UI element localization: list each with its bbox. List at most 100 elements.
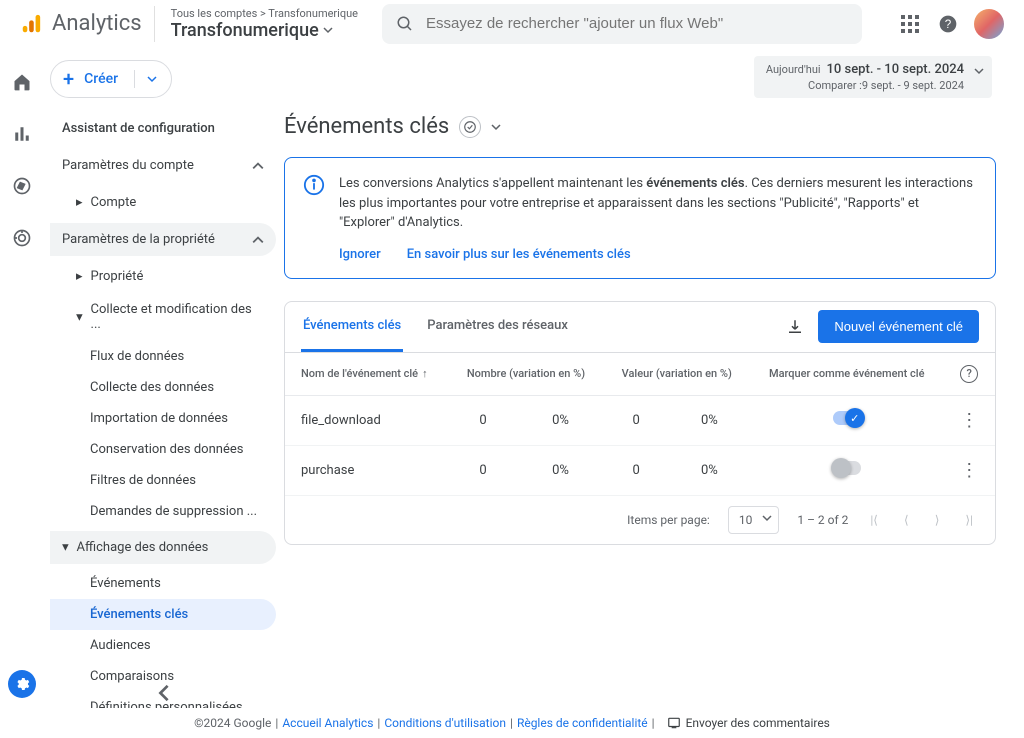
tab-key-events[interactable]: Événements clés — [301, 302, 403, 352]
cell-value-pct: 0% — [669, 445, 750, 495]
new-key-event-button[interactable]: Nouvel événement clé — [818, 310, 979, 343]
logo-block: Analytics — [8, 6, 155, 42]
page-title-row: Événements clés — [284, 114, 996, 139]
last-page-button[interactable]: ⟩| — [961, 509, 977, 531]
sidebar-item-audiences[interactable]: Audiences — [50, 630, 276, 661]
col-mark: Marquer comme événement clé — [750, 353, 943, 396]
events-table: Nom de l'événement clé↑ Nombre (variatio… — [285, 353, 995, 496]
row-menu-button[interactable]: ⋮ — [960, 460, 978, 481]
product-name: Analytics — [52, 11, 142, 36]
chevron-up-icon — [252, 234, 264, 246]
home-icon[interactable] — [10, 70, 34, 94]
first-page-button[interactable]: |⟨ — [866, 509, 882, 531]
page-range: 1 – 2 of 2 — [797, 513, 848, 527]
main-content: Aujourd'hui 10 sept. - 10 sept. 2024 Com… — [284, 48, 1024, 708]
row-menu-button[interactable]: ⋮ — [960, 410, 978, 431]
svg-text:?: ? — [945, 18, 952, 31]
caret-down-icon[interactable] — [491, 122, 501, 132]
cell-count-pct: 0% — [518, 445, 604, 495]
create-button[interactable]: + Créer — [50, 60, 172, 98]
account-name: Transfonumerique — [171, 20, 319, 41]
cell-value: 0 — [603, 445, 668, 495]
footer-terms-link[interactable]: Conditions d'utilisation — [384, 716, 506, 730]
search-bar[interactable] — [382, 4, 862, 44]
send-feedback-button[interactable]: Envoyer des commentaires — [667, 716, 830, 730]
info-banner: Les conversions Analytics s'appellent ma… — [284, 157, 996, 279]
create-label: Créer — [84, 71, 118, 87]
header-actions: ? — [898, 9, 1016, 39]
table-row: purchase 0 0% 0 0% ⋮ — [285, 445, 995, 495]
sidebar-item-account[interactable]: ▸ Compte — [50, 186, 276, 219]
page-title: Événements clés — [284, 114, 449, 139]
sidebar-label: Paramètres de la propriété — [62, 232, 215, 247]
table-row: file_download 0 0% 0 0% ✓ ⋮ — [285, 395, 995, 445]
banner-text: Les conversions Analytics s'appellent ma… — [339, 174, 977, 233]
mark-toggle[interactable]: ✓ — [833, 411, 861, 425]
feedback-icon — [667, 716, 681, 730]
date-range-picker[interactable]: Aujourd'hui 10 sept. - 10 sept. 2024 Com… — [754, 56, 992, 98]
sidebar-group-property-settings[interactable]: Paramètres de la propriété — [50, 223, 276, 256]
banner-dismiss-link[interactable]: Ignorer — [339, 247, 381, 262]
caret-right-icon: ▸ — [76, 195, 83, 210]
explore-icon[interactable] — [10, 174, 34, 198]
nav-rail — [0, 48, 44, 708]
col-help[interactable]: ? — [943, 353, 995, 396]
footer-privacy-link[interactable]: Règles de confidentialité — [517, 716, 648, 730]
reports-icon[interactable] — [10, 122, 34, 146]
download-icon[interactable] — [786, 318, 804, 336]
caret-down-icon — [323, 25, 333, 35]
sidebar-item-data-filters[interactable]: Filtres de données — [50, 465, 276, 496]
banner-learn-more-link[interactable]: En savoir plus sur les événements clés — [407, 247, 631, 262]
caret-down-icon: ▸ — [58, 544, 73, 551]
apps-grid-icon[interactable] — [898, 12, 922, 36]
user-avatar[interactable] — [974, 9, 1004, 39]
prev-page-button[interactable]: ⟨ — [900, 509, 913, 531]
cell-count: 0 — [449, 395, 518, 445]
cell-count-pct: 0% — [518, 395, 604, 445]
chevron-up-icon — [252, 160, 264, 172]
sidebar-group-account-settings[interactable]: Paramètres du compte — [50, 149, 276, 182]
caret-down-icon — [762, 513, 772, 523]
sidebar-item-data-collection[interactable]: Collecte des données — [50, 372, 276, 403]
plus-icon: + — [63, 69, 74, 89]
advertising-icon[interactable] — [10, 226, 34, 250]
account-picker[interactable]: Tous les comptes > Transfonumerique Tran… — [155, 7, 374, 41]
sidebar-item-events[interactable]: Événements — [50, 568, 276, 599]
cell-value-pct: 0% — [669, 395, 750, 445]
sidebar-item-data-retention[interactable]: Conservation des données — [50, 434, 276, 465]
col-count[interactable]: Nombre (variation en %) — [449, 353, 604, 396]
col-value[interactable]: Valeur (variation en %) — [603, 353, 750, 396]
admin-gear-button[interactable] — [8, 670, 36, 698]
sidebar-group-display[interactable]: ▸ Affichage des données — [50, 531, 276, 564]
paginator: Items per page: 10 1 – 2 of 2 |⟨ ⟨ ⟩ ⟩| — [285, 496, 995, 544]
col-event-name[interactable]: Nom de l'événement clé↑ — [285, 353, 449, 396]
events-card: Événements clés Paramètres des réseaux N… — [284, 301, 996, 545]
counting-method-badge[interactable] — [459, 116, 481, 138]
tab-network-settings[interactable]: Paramètres des réseaux — [425, 302, 570, 352]
sidebar-item-data-import[interactable]: Importation de données — [50, 403, 276, 434]
items-per-page-select[interactable]: 10 — [728, 506, 780, 534]
sidebar-item-collect[interactable]: ▸ Collecte et modification des ... — [50, 293, 276, 341]
search-input[interactable] — [426, 15, 848, 32]
caret-down-icon — [147, 74, 157, 84]
analytics-logo-icon — [20, 13, 42, 35]
footer-copyright: ©2024 Google — [194, 716, 271, 730]
sidebar-item-streams[interactable]: Flux de données — [50, 341, 276, 372]
help-icon[interactable]: ? — [936, 12, 960, 36]
admin-sidebar: + Créer Assistant de configuration Param… — [44, 48, 284, 708]
caret-down-icon: ▸ — [72, 314, 87, 321]
next-page-button[interactable]: ⟩ — [931, 509, 944, 531]
cell-event-name: purchase — [285, 445, 449, 495]
sidebar-item-key-events[interactable]: Événements clés — [50, 599, 276, 630]
footer: ©2024 Google | Accueil Analytics | Condi… — [0, 708, 1024, 738]
caret-down-icon — [974, 66, 984, 76]
collapse-sidebar-button[interactable] — [155, 684, 173, 702]
sidebar-item-property[interactable]: ▸ Propriété — [50, 260, 276, 293]
sidebar-item-assistant[interactable]: Assistant de configuration — [50, 112, 276, 145]
sidebar-item-deletion-requests[interactable]: Demandes de suppression ... — [50, 496, 276, 527]
footer-home-link[interactable]: Accueil Analytics — [282, 716, 373, 730]
mark-toggle[interactable] — [833, 461, 861, 475]
help-icon: ? — [960, 365, 978, 383]
cell-event-name: file_download — [285, 395, 449, 445]
breadcrumb: Tous les comptes > Transfonumerique — [171, 7, 358, 20]
